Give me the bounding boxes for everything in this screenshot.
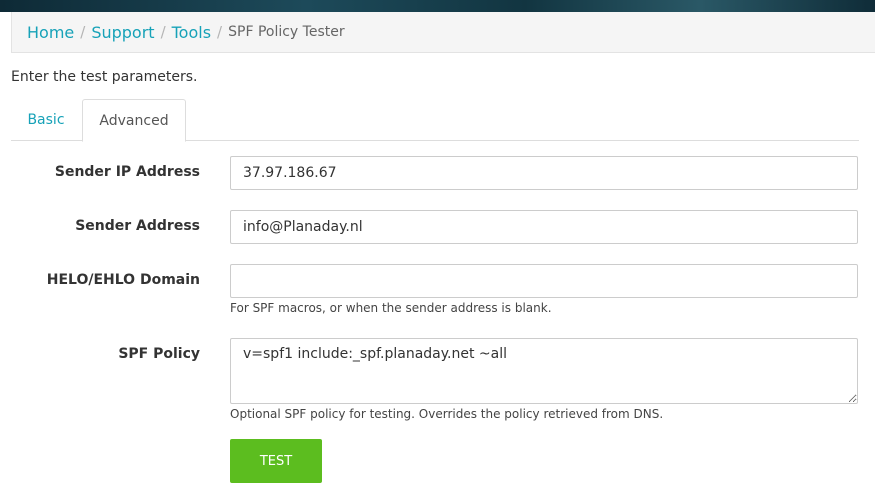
breadcrumb-tools-link[interactable]: Tools — [172, 23, 211, 42]
sender-address-input[interactable] — [230, 210, 858, 244]
breadcrumb-support-link[interactable]: Support — [91, 23, 154, 42]
breadcrumb-separator: / — [160, 23, 166, 41]
spf-policy-help: Optional SPF policy for testing. Overrid… — [230, 407, 664, 421]
sender-address-label: Sender Address — [75, 218, 200, 234]
test-button[interactable]: TEST — [230, 439, 322, 483]
intro-text: Enter the test parameters. — [11, 69, 198, 85]
spf-policy-label: SPF Policy — [118, 346, 200, 362]
helo-domain-help: For SPF macros, or when the sender addre… — [230, 301, 552, 315]
tab-bar: Basic Advanced — [11, 99, 859, 142]
breadcrumb-separator: / — [80, 23, 86, 41]
tab-advanced[interactable]: Advanced — [82, 99, 186, 142]
tab-basic[interactable]: Basic — [11, 99, 81, 141]
header-banner — [0, 0, 875, 12]
breadcrumb: Home / Support / Tools / SPF Policy Test… — [11, 12, 875, 53]
breadcrumb-home-link[interactable]: Home — [27, 23, 74, 42]
breadcrumb-current: SPF Policy Tester — [228, 24, 345, 40]
helo-domain-label: HELO/EHLO Domain — [46, 272, 200, 288]
sender-ip-label: Sender IP Address — [54, 164, 200, 180]
sender-ip-input[interactable] — [230, 156, 858, 190]
helo-domain-input[interactable] — [230, 264, 858, 298]
breadcrumb-separator: / — [217, 23, 223, 41]
spf-policy-textarea[interactable]: v=spf1 include:_spf.planaday.net ~all — [230, 338, 858, 404]
